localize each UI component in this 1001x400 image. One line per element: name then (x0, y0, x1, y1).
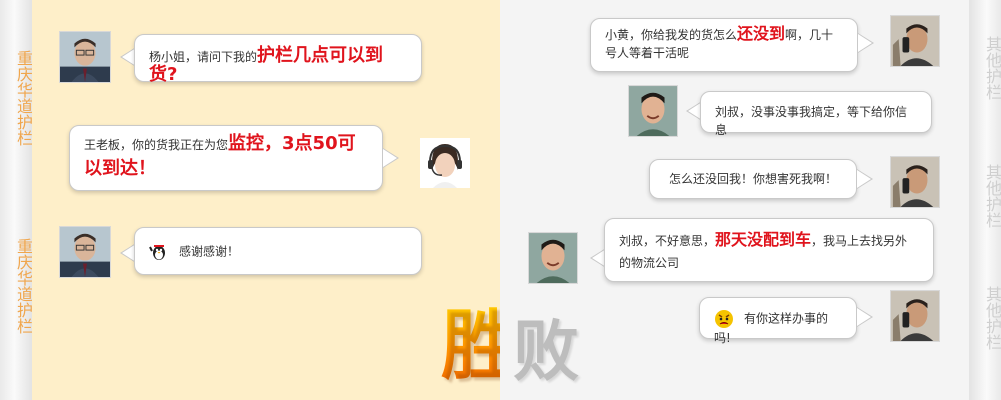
man-on-phone-icon (891, 291, 939, 341)
smiling-man-icon (529, 233, 577, 283)
buyer-avatar (59, 31, 111, 83)
left-sidebar-label-2: 重庆华道护栏 (14, 238, 33, 334)
supplier-avatar (528, 232, 578, 284)
right-sidebar-label-2: 其他护栏 (983, 164, 1001, 228)
right-sidebar: 其他护栏 其他护栏 其他护栏 (969, 0, 1001, 400)
supplier-avatar (628, 85, 678, 137)
man-with-glasses-icon (60, 32, 110, 82)
chat-bubble: 刘叔，没事没事我搞定，等下给你信息 (700, 91, 932, 137)
man-on-phone-icon (891, 157, 939, 207)
message-text: 小黄，你给我发的货怎么 (605, 28, 738, 42)
buyer-phone-avatar (890, 156, 940, 208)
message-highlight: 还没到 (737, 24, 786, 43)
buyer-phone-avatar (890, 15, 940, 67)
message-text: 王老板，你的货我正在为您 (84, 138, 229, 152)
comparison-banner: 重庆华道护栏 重庆华道护栏 杨小姐，请问下我的护栏几点可以到货? 王老板，你的货… (0, 0, 1001, 400)
right-sidebar-label-1: 其他护栏 (983, 36, 1001, 100)
message-highlight: 那天没配到车 (715, 230, 812, 249)
chat-bubble: 小黄，你给我发的货怎么还没到啊，几十号人等着干活呢 (590, 18, 858, 72)
chat-bubble: 杨小姐，请问下我的护栏几点可以到货? (134, 34, 422, 84)
right-sidebar-label-3: 其他护栏 (983, 286, 1001, 350)
buyer-phone-avatar (890, 290, 940, 342)
support-avatar (420, 138, 470, 188)
message-text: 怎么还没回我！你想害死我啊！ (668, 172, 837, 186)
chat-bubble: 有你这样办事的吗! (699, 297, 857, 345)
left-chat-panel: 杨小姐，请问下我的护栏几点可以到货? 王老板，你的货我正在为您监控，3点50可以… (32, 0, 517, 400)
chat-bubble: 刘叔，不好意思，那天没配到车，我马上去找另外的物流公司 (604, 218, 934, 282)
message-text: 刘叔，没事没事我搞定，等下给你信息 (715, 105, 908, 137)
message-text: 杨小姐，请问下我的 (149, 50, 258, 64)
bubble-tail (383, 148, 399, 168)
smiling-man-icon (629, 86, 677, 136)
bubble-tail (858, 33, 874, 53)
buyer-avatar (59, 226, 111, 278)
headset-woman-icon (420, 138, 470, 188)
chat-bubble: 怎么还没回我！你想害死我啊！ (649, 159, 857, 199)
message-text: 刘叔，不好意思， (619, 234, 716, 248)
lose-character: 败 (513, 313, 579, 390)
bubble-tail (857, 307, 873, 327)
man-with-glasses-icon (60, 227, 110, 277)
waving-penguin-icon (149, 245, 165, 260)
message-text: 感谢感谢！ (179, 244, 240, 259)
bubble-tail (857, 169, 873, 189)
left-sidebar: 重庆华道护栏 重庆华道护栏 (0, 0, 33, 400)
left-sidebar-label-1: 重庆华道护栏 (14, 50, 33, 146)
chat-bubble: 感谢感谢！ (134, 227, 422, 275)
chat-bubble: 王老板，你的货我正在为您监控，3点50可以到达！ (69, 125, 383, 191)
angry-face-icon (715, 310, 733, 328)
man-on-phone-icon (891, 16, 939, 66)
